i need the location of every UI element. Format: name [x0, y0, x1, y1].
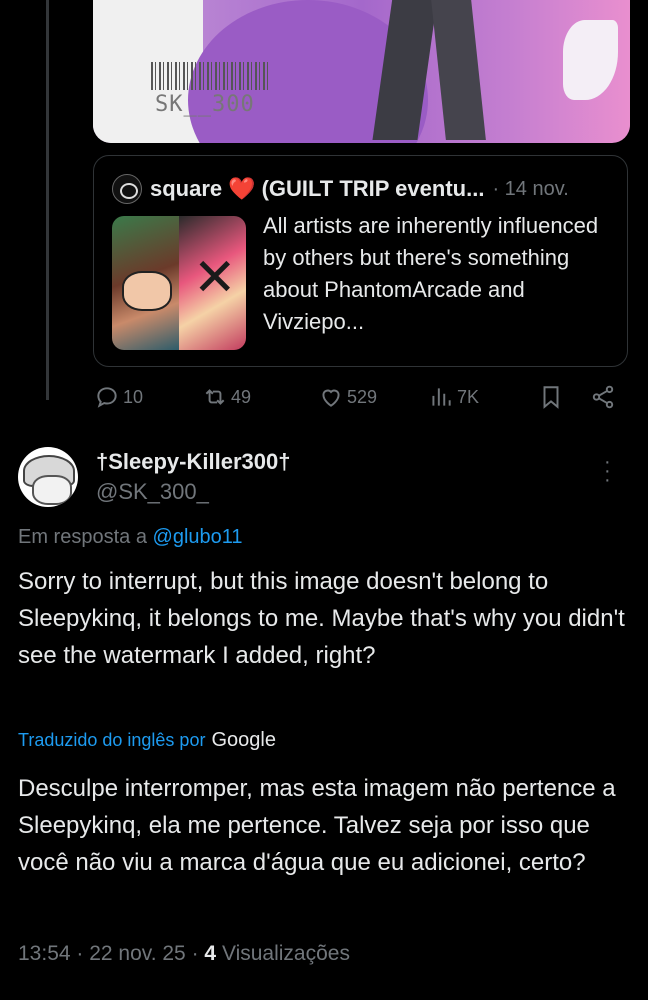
media-highlight-shape	[563, 20, 618, 100]
tweet-action-bar: 10 49 529 7K	[94, 384, 634, 416]
author-display-name[interactable]: †Sleepy-Killer300†	[96, 449, 290, 475]
media-character-leg	[430, 0, 486, 140]
views-chart-icon	[432, 388, 451, 406]
quoted-author-name-extra[interactable]: (GUILT TRIP eventu...	[262, 176, 485, 202]
reply-to-link[interactable]: @glubo11	[153, 526, 243, 548]
translated-label: Traduzido do inglês por	[18, 730, 206, 750]
views-button[interactable]: 7K	[428, 384, 479, 410]
like-count: 529	[347, 386, 378, 407]
repost-button[interactable]: 49	[202, 384, 251, 410]
repost-icon	[205, 389, 225, 405]
bookmark-icon	[543, 386, 559, 409]
thumbnail-right-art	[179, 216, 246, 350]
tweet-media-image[interactable]: SK__300	[93, 0, 630, 143]
reply-prefix: Em resposta a	[18, 526, 147, 548]
watermark-text: SK__300	[155, 92, 255, 117]
views-count: 7K	[457, 386, 480, 407]
quoted-author-avatar[interactable]	[112, 174, 142, 204]
avatar-face-shape	[32, 475, 72, 505]
more-options-icon[interactable]: · · ·	[604, 452, 611, 490]
reply-icon	[97, 387, 117, 408]
view-count: 4	[204, 942, 217, 965]
share-button[interactable]	[590, 384, 619, 410]
share-icon	[592, 385, 614, 409]
repost-count: 49	[231, 386, 252, 407]
heart-icon	[322, 389, 340, 407]
barcode-graphic	[151, 62, 271, 90]
quoted-tweet-thumbnail[interactable]	[112, 216, 246, 350]
reply-count: 10	[123, 386, 144, 407]
reply-button[interactable]: 10	[94, 384, 143, 410]
tweet-metadata: 13:54 · 22 nov. 25 · 4 Visualizações	[18, 942, 350, 966]
like-button[interactable]: 529	[318, 384, 377, 410]
tweet-timestamp[interactable]: 13:54 · 22 nov. 25 ·	[18, 942, 199, 965]
translated-tweet-text: Desculpe interromper, mas esta imagem nã…	[18, 775, 616, 876]
thread-line	[46, 0, 49, 400]
reply-context: Em resposta a @glubo11	[18, 526, 243, 549]
google-logo: Google	[211, 729, 276, 751]
author-avatar[interactable]	[18, 447, 78, 507]
quoted-author-name[interactable]: square	[150, 176, 222, 202]
thumbnail-left-art	[112, 216, 179, 350]
translation-attribution[interactable]: Traduzido do inglês por Google	[18, 729, 276, 752]
bookmark-button[interactable]	[538, 384, 567, 410]
author-handle[interactable]: @SK_300_	[96, 479, 209, 505]
quoted-tweet-header: square ❤️ (GUILT TRIP eventu... · 14 nov…	[112, 174, 569, 204]
tweet-text: Sorry to interrupt, but this image doesn…	[18, 568, 625, 669]
heart-emoji-icon: ❤️	[228, 176, 256, 201]
quoted-tweet-text: All artists are inherently influenced by…	[263, 213, 599, 334]
quoted-tweet-date[interactable]: · 14 nov.	[492, 178, 568, 201]
view-label: Visualizações	[221, 942, 350, 965]
quoted-tweet-card[interactable]: square ❤️ (GUILT TRIP eventu... · 14 nov…	[93, 155, 628, 367]
